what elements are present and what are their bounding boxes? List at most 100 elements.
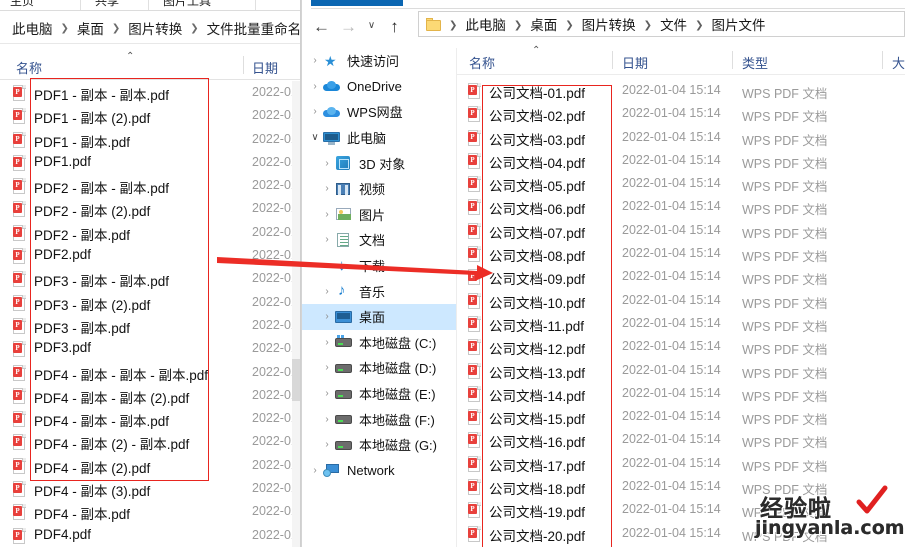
forward-button[interactable]: → <box>335 12 362 40</box>
chevron-right-icon[interactable]: › <box>320 414 334 425</box>
active-tab-indicator[interactable] <box>311 0 403 6</box>
tree-item-wps[interactable]: › WPS网盘 <box>302 99 456 125</box>
file-list-item[interactable]: P PDF2 - 副本 - 副本.pdf 2022-01 <box>0 174 298 197</box>
file-list-item[interactable]: P 公司文档-15.pdf 2022-01-04 15:14 WPS PDF 文档 <box>457 405 905 428</box>
left-breadcrumb[interactable]: 此电脑 ❯ 桌面 ❯ 图片转换 ❯ 文件批量重命名 <box>0 12 301 44</box>
chevron-right-icon[interactable]: › <box>320 183 334 194</box>
file-list-item[interactable]: P PDF4 - 副本 - 副本 (2).pdf 2022-01 <box>0 384 298 407</box>
file-list-item[interactable]: P 公司文档-02.pdf 2022-01-04 15:14 WPS PDF 文档 <box>457 102 905 125</box>
column-header-type[interactable]: 类型 <box>742 53 768 72</box>
file-list-item[interactable]: P PDF2 - 副本.pdf 2022-01 <box>0 221 298 244</box>
file-list-item[interactable]: P PDF4 - 副本 (2).pdf 2022-01 <box>0 454 298 477</box>
tree-item-3d[interactable]: › 3D 对象 <box>302 150 456 176</box>
breadcrumb-item-image-convert[interactable]: 图片转换 <box>126 18 184 38</box>
chevron-right-icon[interactable]: › <box>308 81 322 92</box>
file-list-item[interactable]: P 公司文档-08.pdf 2022-01-04 15:14 WPS PDF 文档 <box>457 242 905 265</box>
tree-item-[interactable]: › ★ 快速访问 <box>302 48 456 74</box>
address-crumb-image-files[interactable]: 图片文件 <box>709 14 767 34</box>
file-list-item[interactable]: P PDF3 - 副本 (2).pdf 2022-01 <box>0 291 298 314</box>
tree-item-f[interactable]: › 本地磁盘 (F:) <box>302 406 456 432</box>
toolbar-item-home[interactable]: 主页 <box>10 0 34 9</box>
column-header-date[interactable]: 日期 <box>622 53 648 72</box>
file-list-item[interactable]: P PDF1 - 副本.pdf 2022-01 <box>0 128 298 151</box>
chevron-right-icon[interactable]: › <box>320 388 334 399</box>
file-list-item[interactable]: P 公司文档-06.pdf 2022-01-04 15:14 WPS PDF 文档 <box>457 195 905 218</box>
file-list-item[interactable]: P 公司文档-13.pdf 2022-01-04 15:14 WPS PDF 文档 <box>457 359 905 382</box>
file-list-item[interactable]: P PDF4 - 副本 - 副本 - 副本.pdf 2022-01 <box>0 361 298 384</box>
toolbar-item-share[interactable]: 共享 <box>95 0 119 9</box>
chevron-right-icon[interactable]: › <box>320 439 334 450</box>
chevron-right-icon[interactable]: › <box>320 337 334 348</box>
column-header-date[interactable]: 日期 <box>252 58 278 77</box>
chevron-right-icon[interactable]: › <box>320 362 334 373</box>
file-list-item[interactable]: P 公司文档-12.pdf 2022-01-04 15:14 WPS PDF 文档 <box>457 335 905 358</box>
address-crumb-files[interactable]: 文件 <box>658 14 689 34</box>
file-list-item[interactable]: P 公司文档-14.pdf 2022-01-04 15:14 WPS PDF 文档 <box>457 382 905 405</box>
tree-item-[interactable]: › 文档 <box>302 227 456 253</box>
file-list-item[interactable]: P PDF4 - 副本 (2) - 副本.pdf 2022-01 <box>0 430 298 453</box>
file-list-item[interactable]: P PDF4 - 副本 - 副本.pdf 2022-01 <box>0 407 298 430</box>
tree-item-g[interactable]: › 本地磁盘 (G:) <box>302 432 456 458</box>
column-divider[interactable] <box>732 51 733 69</box>
address-bar[interactable]: ❯ 此电脑 ❯ 桌面 ❯ 图片转换 ❯ 文件 ❯ 图片文件 <box>418 11 905 37</box>
tree-item-network[interactable]: › Network <box>302 458 456 484</box>
file-list-item[interactable]: P 公司文档-07.pdf 2022-01-04 15:14 WPS PDF 文档 <box>457 219 905 242</box>
file-list-item[interactable]: P PDF1 - 副本 - 副本.pdf 2022-01 <box>0 81 298 104</box>
tree-item-onedrive[interactable]: › OneDrive <box>302 74 456 100</box>
file-list-item[interactable]: P PDF2 - 副本 (2).pdf 2022-01 <box>0 197 298 220</box>
address-crumb-image-convert[interactable]: 图片转换 <box>580 14 638 34</box>
chevron-down-icon[interactable]: ∨ <box>308 132 322 143</box>
chevron-right-icon[interactable]: › <box>320 311 334 322</box>
file-list-item[interactable]: P PDF4.pdf 2022-01 <box>0 524 298 547</box>
column-divider[interactable] <box>243 56 244 74</box>
file-list-item[interactable]: P PDF1.pdf 2022-01 <box>0 151 298 174</box>
file-list-item[interactable]: P 公司文档-09.pdf 2022-01-04 15:14 WPS PDF 文档 <box>457 265 905 288</box>
address-crumb-desktop[interactable]: 桌面 <box>528 14 559 34</box>
file-list-item[interactable]: P 公司文档-17.pdf 2022-01-04 15:14 WPS PDF 文档 <box>457 452 905 475</box>
chevron-right-icon[interactable]: › <box>308 465 322 476</box>
right-file-list[interactable]: P 公司文档-01.pdf 2022-01-04 15:14 WPS PDF 文档 P 公… <box>457 79 905 547</box>
tree-item-[interactable]: › 图片 <box>302 202 456 228</box>
chevron-right-icon[interactable]: › <box>308 55 322 66</box>
file-list-item[interactable]: P PDF3.pdf 2022-01 <box>0 337 298 360</box>
tree-item-d[interactable]: › 本地磁盘 (D:) <box>302 355 456 381</box>
file-list-item[interactable]: P 公司文档-01.pdf 2022-01-04 15:14 WPS PDF 文档 <box>457 79 905 102</box>
file-list-item[interactable]: P 公司文档-16.pdf 2022-01-04 15:14 WPS PDF 文档 <box>457 428 905 451</box>
back-button[interactable]: ← <box>308 12 335 40</box>
chevron-right-icon[interactable]: › <box>320 286 334 297</box>
address-crumb-this-pc[interactable]: 此电脑 <box>463 14 508 34</box>
breadcrumb-item-this-pc[interactable]: 此电脑 <box>10 18 55 38</box>
chevron-right-icon[interactable]: › <box>320 209 334 220</box>
column-header-size[interactable]: 大 <box>892 53 905 72</box>
column-header-name[interactable]: 名称 <box>16 58 42 77</box>
breadcrumb-item-desktop[interactable]: 桌面 <box>75 18 106 38</box>
chevron-right-icon[interactable]: › <box>320 234 334 245</box>
tree-item-[interactable]: ∨ 此电脑 <box>302 125 456 151</box>
file-list-item[interactable]: P PDF4 - 副本 (3).pdf 2022-01 <box>0 477 298 500</box>
file-list-item[interactable]: P 公司文档-04.pdf 2022-01-04 15:14 WPS PDF 文档 <box>457 149 905 172</box>
file-list-item[interactable]: P PDF1 - 副本 (2).pdf 2022-01 <box>0 104 298 127</box>
file-list-item[interactable]: P PDF3 - 副本.pdf 2022-01 <box>0 314 298 337</box>
file-list-item[interactable]: P 公司文档-05.pdf 2022-01-04 15:14 WPS PDF 文档 <box>457 172 905 195</box>
file-list-item[interactable]: P 公司文档-11.pdf 2022-01-04 15:14 WPS PDF 文档 <box>457 312 905 335</box>
tree-item-c[interactable]: › 本地磁盘 (C:) <box>302 330 456 356</box>
recent-locations-chevron-down-icon[interactable]: ∨ <box>362 12 381 40</box>
column-header-name[interactable]: 名称 <box>469 53 495 72</box>
tree-item-e[interactable]: › 本地磁盘 (E:) <box>302 381 456 407</box>
tree-item-[interactable]: › 桌面 <box>302 303 456 330</box>
scrollbar-thumb[interactable] <box>292 359 300 401</box>
left-file-list[interactable]: P PDF1 - 副本 - 副本.pdf 2022-01 P PDF1 - 副本 (2)… <box>0 81 298 547</box>
column-divider[interactable] <box>612 51 613 69</box>
column-divider[interactable] <box>882 51 883 69</box>
file-list-item[interactable]: P PDF4 - 副本.pdf 2022-01 <box>0 500 298 523</box>
toolbar-item-picture-tools[interactable]: 图片工具 <box>163 0 211 9</box>
navigation-tree[interactable]: › ★ 快速访问 › OneDrive › WPS网盘 ∨ 此电脑 › 3D 对象 › 视频 › 图片 › 文档… <box>302 48 456 547</box>
left-vertical-scrollbar[interactable] <box>292 81 300 547</box>
chevron-right-icon[interactable]: › <box>320 158 334 169</box>
file-list-item[interactable]: P 公司文档-03.pdf 2022-01-04 15:14 WPS PDF 文档 <box>457 126 905 149</box>
up-button[interactable]: ↑ <box>381 12 408 40</box>
chevron-right-icon[interactable]: › <box>308 106 322 117</box>
file-list-item[interactable]: P 公司文档-10.pdf 2022-01-04 15:14 WPS PDF 文档 <box>457 289 905 312</box>
breadcrumb-item-batch-rename[interactable]: 文件批量重命名 <box>205 18 301 38</box>
tree-item-[interactable]: › 视频 <box>302 176 456 202</box>
